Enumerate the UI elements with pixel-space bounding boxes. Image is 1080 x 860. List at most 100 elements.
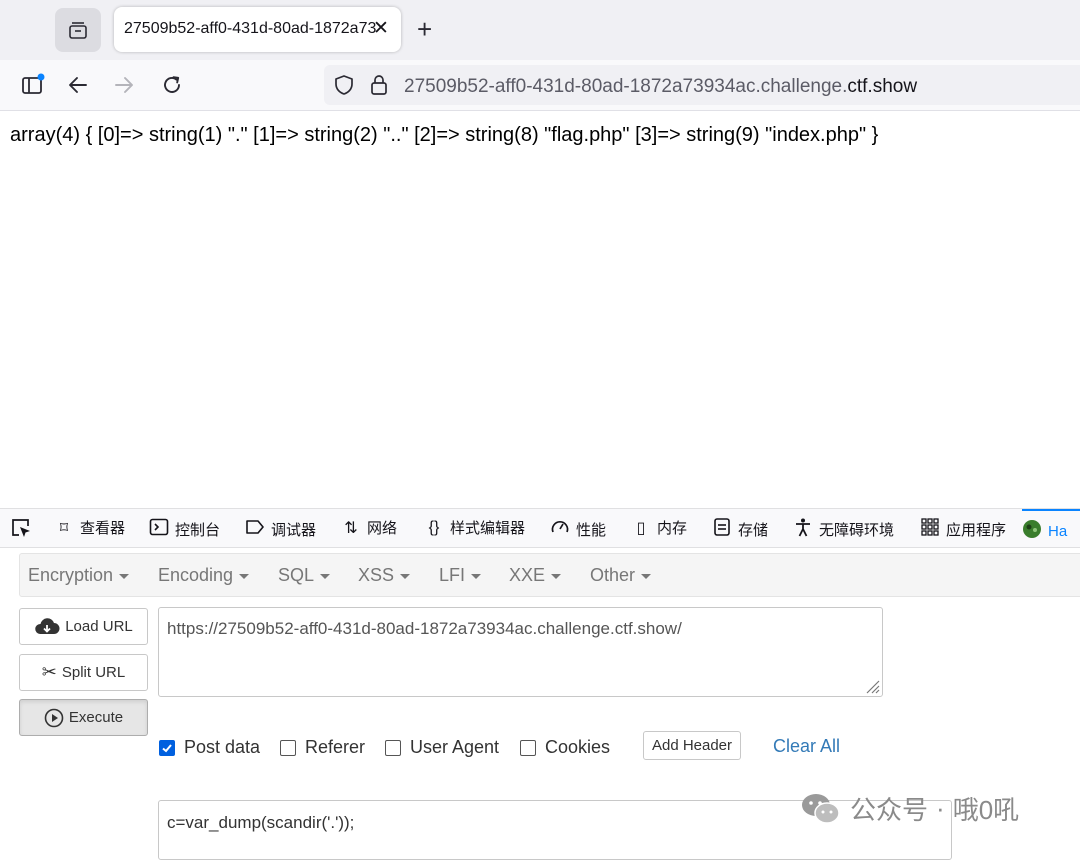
arrow-right-icon <box>115 77 133 93</box>
checkbox-label: Cookies <box>545 737 611 757</box>
checkbox-icon <box>385 739 401 756</box>
devtools-tab-storage[interactable]: 存储 <box>712 517 768 542</box>
menu-lfi[interactable]: LFI <box>439 565 482 586</box>
menu-label: XXE <box>509 565 546 585</box>
checkbox-icon <box>280 739 296 756</box>
tab-label: 内存 <box>657 520 688 537</box>
referer-checkbox[interactable]: Referer <box>280 737 365 758</box>
tab-label: 样式编辑器 <box>450 520 526 537</box>
tab-label: 控制台 <box>175 522 221 539</box>
menu-encoding[interactable]: Encoding <box>158 565 250 586</box>
devtools-tab-network[interactable]: ⇅ 网络 <box>341 517 397 538</box>
hackbar-url-input[interactable]: https://27509b52-aff0-431d-80ad-1872a739… <box>158 607 883 697</box>
watermark-text-b: 哦0吼 <box>952 795 1020 825</box>
reload-button[interactable] <box>159 72 185 98</box>
tab-label: 查看器 <box>80 520 126 537</box>
lock-icon[interactable] <box>369 74 389 96</box>
hackbar-icon <box>1022 519 1042 544</box>
checkbox-checked-icon <box>159 739 175 756</box>
url-text[interactable]: 27509b52-aff0-431d-80ad-1872a73934ac.cha… <box>404 76 917 98</box>
inspector-icon: ⌑ <box>59 519 69 537</box>
sidebar-toggle-button[interactable] <box>20 72 46 98</box>
hackbar-menu-bar: Encryption Encoding SQL XSS LFI XXE Othe… <box>19 553 1080 597</box>
menu-label: XSS <box>358 565 395 585</box>
devtools-tab-debugger[interactable]: 调试器 <box>245 517 316 542</box>
split-url-button[interactable]: ✂ Split URL <box>19 654 148 691</box>
checkbox-label: User Agent <box>410 737 500 757</box>
post-data-checkbox[interactable]: Post data <box>159 737 260 758</box>
checkbox-label: Referer <box>305 737 366 757</box>
menu-other[interactable]: Other <box>590 565 652 586</box>
storage-icon <box>712 517 732 542</box>
load-url-button[interactable]: Load URL <box>19 608 148 645</box>
devtools-tab-performance[interactable]: 性能 <box>550 517 606 542</box>
menu-label: SQL <box>278 565 315 585</box>
caret-down-icon <box>400 573 411 579</box>
cookies-checkbox[interactable]: Cookies <box>520 737 610 758</box>
menu-label: Encoding <box>158 565 234 585</box>
tab-label: 性能 <box>576 522 607 539</box>
menu-label: Encryption <box>28 565 114 585</box>
checkbox-label: Post data <box>184 737 261 757</box>
console-icon <box>149 517 169 542</box>
tab-label: 调试器 <box>271 522 317 539</box>
caret-down-icon <box>641 573 652 579</box>
tab-label: 存储 <box>738 522 769 539</box>
wechat-watermark: 公众号 · 哦0吼 <box>800 790 1019 827</box>
menu-encryption[interactable]: Encryption <box>28 565 130 586</box>
tab-label: 网络 <box>367 520 398 537</box>
user-agent-checkbox[interactable]: User Agent <box>385 737 499 758</box>
clear-all-link[interactable]: Clear All <box>773 736 840 757</box>
checkbox-icon <box>520 739 536 756</box>
tab-label: 应用程序 <box>946 522 1007 539</box>
devtools-tab-application[interactable]: 应用程序 <box>920 517 1006 542</box>
element-picker-button[interactable] <box>10 517 32 539</box>
resize-handle-icon[interactable] <box>862 676 880 694</box>
hackbar-url-value: https://27509b52-aff0-431d-80ad-1872a739… <box>167 619 682 638</box>
tab-overview-button[interactable] <box>55 8 101 52</box>
accessibility-icon <box>793 517 813 542</box>
new-tab-button[interactable]: + <box>417 14 432 44</box>
page-output-text: array(4) { [0]=> string(1) "." [1]=> str… <box>10 124 879 146</box>
button-label: Execute <box>68 709 124 726</box>
caret-down-icon <box>239 573 250 579</box>
caret-down-icon <box>471 573 482 579</box>
tab-close-icon[interactable]: ✕ <box>373 17 389 40</box>
navigation-bar: 27509b52-aff0-431d-80ad-1872a73934ac.cha… <box>0 60 1080 111</box>
performance-icon <box>550 517 570 542</box>
style-editor-icon: {} <box>428 518 440 536</box>
url-domain: ctf.show <box>847 76 918 97</box>
forward-button[interactable] <box>111 72 137 98</box>
tab-title: 27509b52-aff0-431d-80ad-1872a73934ac.cha… <box>124 20 376 37</box>
tab-strip: 27509b52-aff0-431d-80ad-1872a73934ac.cha… <box>0 0 1080 60</box>
execute-button[interactable]: Execute <box>19 699 148 736</box>
devtools-toolbar: ⌑ 查看器 控制台 调试器 ⇅ 网络 {} 样式编辑器 性能 ▯ 内存 存储 无障碍环境 <box>0 508 1080 548</box>
network-icon: ⇅ <box>344 519 358 537</box>
watermark-text-a: 公众号 <box>850 795 929 825</box>
tab-label: Ha <box>1048 523 1068 540</box>
menu-xxe[interactable]: XXE <box>509 565 562 586</box>
button-label: Split URL <box>61 664 126 681</box>
memory-icon: ▯ <box>636 519 646 537</box>
address-bar[interactable]: 27509b52-aff0-431d-80ad-1872a73934ac.cha… <box>324 65 1080 105</box>
element-picker-icon <box>12 519 30 537</box>
devtools-tab-style-editor[interactable]: {} 样式编辑器 <box>424 517 525 538</box>
wechat-icon <box>802 793 840 824</box>
devtools-tab-console[interactable]: 控制台 <box>149 517 220 542</box>
menu-sql[interactable]: SQL <box>278 565 331 586</box>
active-tab[interactable]: 27509b52-aff0-431d-80ad-1872a73934ac.cha… <box>114 7 401 52</box>
back-button[interactable] <box>65 72 91 98</box>
menu-xss[interactable]: XSS <box>358 565 411 586</box>
watermark-sep: · <box>936 793 945 823</box>
devtools-tab-accessibility[interactable]: 无障碍环境 <box>793 517 894 542</box>
url-prefix: 27509b52-aff0-431d-80ad-1872a73934ac.cha… <box>404 76 848 97</box>
cloud-download-icon <box>34 617 60 637</box>
shield-icon[interactable] <box>333 74 355 96</box>
scissors-icon: ✂ <box>41 662 57 682</box>
devtools-tab-inspector[interactable]: ⌑ 查看器 <box>54 517 125 538</box>
application-icon <box>920 517 940 542</box>
add-header-button[interactable]: Add Header <box>643 731 741 760</box>
sidebar-icon <box>22 73 45 94</box>
devtools-tab-hackbar[interactable]: Ha <box>1022 509 1080 544</box>
devtools-tab-memory[interactable]: ▯ 内存 <box>631 517 687 538</box>
